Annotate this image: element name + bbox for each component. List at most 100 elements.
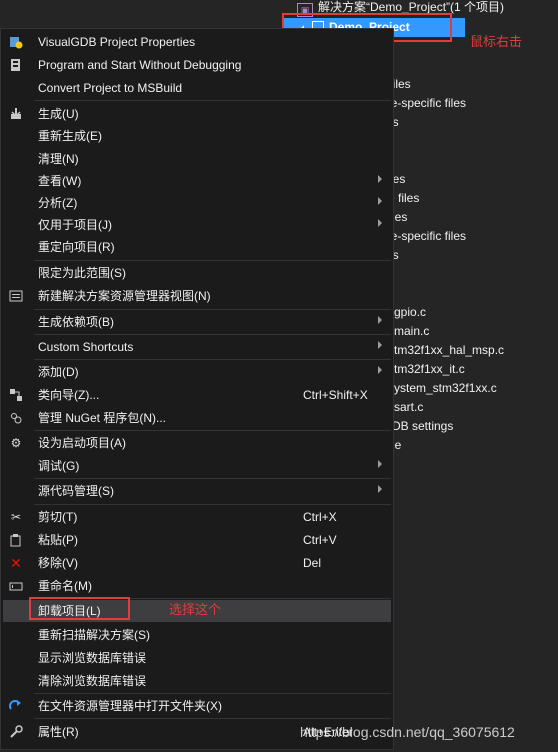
- menu-item-new-explorer-view[interactable]: 新建解决方案资源管理器视图(N): [3, 285, 391, 307]
- tree-item[interactable]: ice-specific files: [382, 227, 466, 246]
- menu-item-label: 显示浏览数据库错误: [38, 651, 147, 665]
- menu-item-label: 生成依赖项(B): [38, 315, 114, 329]
- remove-x-icon: ✕: [10, 555, 22, 571]
- menu-item-label: 重新扫描解决方案(S): [38, 628, 150, 642]
- menu-separator: [34, 430, 391, 431]
- menu-item-label: 类向导(Z)...: [38, 388, 100, 402]
- tree-item[interactable]: ice-specific files: [382, 94, 466, 113]
- menu-item-rebuild[interactable]: 重新生成(E): [3, 125, 391, 147]
- menu-item-shortcut: Ctrl+X: [303, 510, 337, 524]
- menu-item-program-start[interactable]: Program and Start Without Debugging: [3, 54, 391, 76]
- menu-item-label: 剪切(T): [38, 510, 78, 524]
- menu-item-label: 在文件资源管理器中打开文件夹(X): [38, 699, 222, 713]
- tree-item[interactable]: tm32f1xx_hal_msp.c: [394, 341, 504, 360]
- menu-item-label: 管理 NuGet 程序包(N)...: [38, 411, 167, 425]
- menu-item-manage-nuget[interactable]: 管理 NuGet 程序包(N)...: [3, 407, 391, 429]
- menu-item-rescan-solution[interactable]: 重新扫描解决方案(S): [3, 624, 391, 646]
- unload-project-highlight: [29, 597, 130, 620]
- submenu-arrow-icon: [378, 175, 382, 183]
- menu-item-label: VisualGDB Project Properties: [38, 35, 196, 49]
- menu-item-label: 仅用于项目(J): [38, 218, 112, 232]
- menu-item-clean[interactable]: 清理(N): [3, 148, 391, 170]
- menu-item-rename[interactable]: 重命名(M): [3, 575, 391, 597]
- menu-item-label: 清除浏览数据库错误: [38, 674, 147, 688]
- menu-item-project-only[interactable]: 仅用于项目(J): [3, 214, 391, 236]
- menu-item-shortcut: Del: [303, 556, 322, 570]
- menu-separator: [34, 718, 391, 719]
- scissors-icon: ✂: [10, 510, 22, 524]
- menu-item-cut[interactable]: ✂ 剪切(T) Ctrl+X: [3, 506, 391, 528]
- new-view-icon: [9, 289, 23, 303]
- wrench-icon: [9, 725, 23, 739]
- menu-item-clear-browse-errors[interactable]: 清除浏览数据库错误: [3, 670, 391, 692]
- menu-item-label: 属性(R): [38, 725, 79, 739]
- gear-icon: ⚙: [10, 436, 22, 450]
- program-start-icon: [9, 58, 23, 72]
- tree-item[interactable]: gpio.c: [394, 303, 426, 322]
- watermark: https://blog.csdn.net/qq_36075612: [300, 724, 515, 740]
- menu-item-open-in-explorer[interactable]: 在文件资源管理器中打开文件夹(X): [3, 695, 391, 717]
- menu-item-label: Custom Shortcuts: [38, 340, 134, 354]
- submenu-arrow-icon: [378, 341, 382, 349]
- menu-item-label: 设为启动项目(A): [38, 436, 126, 450]
- menu-item-label: 重新生成(E): [38, 129, 102, 143]
- menu-item-label: 分析(Z): [38, 196, 78, 210]
- menu-item-build-dependencies[interactable]: 生成依赖项(B): [3, 311, 391, 333]
- menu-item-set-startup[interactable]: ⚙ 设为启动项目(A): [3, 432, 391, 454]
- menu-separator: [34, 693, 391, 694]
- menu-item-label: Convert Project to MSBuild: [38, 81, 183, 95]
- menu-item-label: Program and Start Without Debugging: [38, 58, 242, 72]
- submenu-arrow-icon: [378, 460, 382, 468]
- nuget-icon: [9, 411, 23, 425]
- open-folder-icon: [9, 699, 23, 713]
- menu-item-visualgdb-properties[interactable]: VisualGDB Project Properties: [3, 31, 391, 53]
- right-click-note: 鼠标右击: [470, 34, 523, 49]
- menu-item-remove[interactable]: ✕ 移除(V) Del: [3, 552, 391, 574]
- menu-separator: [34, 478, 391, 479]
- menu-item-source-control[interactable]: 源代码管理(S): [3, 480, 391, 502]
- menu-separator: [34, 100, 391, 101]
- menu-separator: [34, 359, 391, 360]
- submenu-arrow-icon: [378, 366, 382, 374]
- context-menu: VisualGDB Project Properties Program and…: [0, 28, 394, 750]
- settings-gear-yellow-icon: [9, 35, 23, 49]
- menu-item-label: 重定向项目(R): [38, 240, 115, 254]
- menu-item-label: 新建解决方案资源管理器视图(N): [38, 289, 211, 303]
- menu-item-label: 清理(N): [38, 152, 79, 166]
- menu-item-label: 移除(V): [38, 556, 78, 570]
- menu-separator: [34, 504, 391, 505]
- menu-separator: [34, 334, 391, 335]
- menu-separator: [34, 309, 391, 310]
- menu-item-scope-to-this[interactable]: 限定为此范围(S): [3, 262, 391, 284]
- menu-item-label: 限定为此范围(S): [38, 266, 126, 280]
- menu-item-add[interactable]: 添加(D): [3, 361, 391, 383]
- tree-item[interactable]: DB settings: [392, 417, 453, 436]
- menu-item-label: 添加(D): [38, 365, 79, 379]
- submenu-arrow-icon: [378, 197, 382, 205]
- menu-item-label: 重命名(M): [38, 579, 92, 593]
- class-wizard-icon: [9, 388, 23, 402]
- menu-item-shortcut: Ctrl+V: [303, 533, 337, 547]
- menu-item-retarget[interactable]: 重定向项目(R): [3, 236, 391, 258]
- submenu-arrow-icon: [378, 219, 382, 227]
- tree-item[interactable]: main.c: [394, 322, 429, 341]
- menu-item-view[interactable]: 查看(W): [3, 170, 391, 192]
- menu-item-label: 生成(U): [38, 107, 79, 121]
- tree-item[interactable]: tm32f1xx_it.c: [394, 360, 465, 379]
- menu-item-class-wizard[interactable]: 类向导(Z)... Ctrl+Shift+X: [3, 384, 391, 406]
- build-icon: [9, 107, 23, 121]
- menu-item-label: 调试(G): [38, 459, 80, 473]
- tree-item[interactable]: sart.c: [394, 398, 423, 417]
- tree-item[interactable]: ystem_stm32f1xx.c: [394, 379, 497, 398]
- menu-item-show-browse-errors[interactable]: 显示浏览数据库错误: [3, 647, 391, 669]
- menu-item-debug[interactable]: 调试(G): [3, 455, 391, 477]
- menu-item-label: 源代码管理(S): [38, 484, 114, 498]
- paste-icon: [9, 533, 23, 547]
- menu-item-paste[interactable]: 粘贴(P) Ctrl+V: [3, 529, 391, 551]
- menu-item-custom-shortcuts[interactable]: Custom Shortcuts: [3, 336, 391, 358]
- solution-label: 解决方案“Demo_Project”(1 个项目): [318, 0, 505, 14]
- menu-item-analyze[interactable]: 分析(Z): [3, 192, 391, 214]
- menu-item-build[interactable]: 生成(U): [3, 103, 391, 125]
- menu-item-convert-msbuild[interactable]: Convert Project to MSBuild: [3, 77, 391, 99]
- menu-item-label: 粘贴(P): [38, 533, 78, 547]
